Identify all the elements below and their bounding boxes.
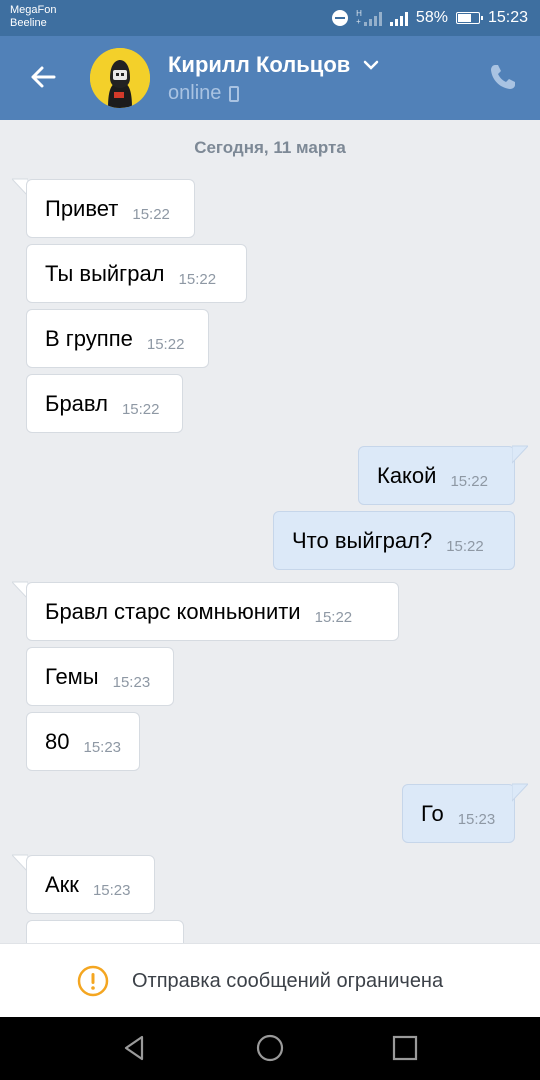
message-time: 15:23: [92, 882, 131, 899]
message-time: 15:22: [146, 336, 185, 353]
message-text: Что выйграл?: [292, 527, 433, 553]
message-time: 15:23: [112, 674, 151, 691]
message-bubble[interactable]: Бравл старс комньюнити 15:22: [26, 582, 399, 641]
presence-status: online: [168, 82, 240, 105]
message-bubble-outgoing[interactable]: Что выйграл? 15:22: [273, 511, 515, 570]
nav-back-icon[interactable]: [120, 1033, 150, 1063]
message-time: 15:22: [178, 271, 217, 288]
back-arrow-icon[interactable]: [28, 62, 58, 92]
message-text: Бравл: [45, 390, 108, 416]
message-text: Какой: [377, 462, 437, 488]
status-icons: H + 58% 15:23: [332, 7, 528, 29]
battery-percent: 58%: [415, 9, 448, 26]
bubble-tail: [512, 445, 528, 464]
message-text: 80: [45, 728, 70, 754]
restriction-notice: Отправка сообщений ограничена: [132, 970, 444, 992]
message-bubble[interactable]: Акк 15:23: [26, 855, 155, 914]
message-text: В группе: [45, 325, 133, 351]
message-bubble[interactable]: Привет 15:22: [26, 179, 195, 238]
carrier-1: MegaFon: [10, 4, 57, 16]
nav-recents-icon[interactable]: [390, 1033, 420, 1063]
message-bubble-outgoing[interactable]: Го 15:23: [402, 784, 515, 843]
message-text: Бравл старс комньюнити: [45, 598, 301, 624]
system-nav-bar: [0, 1017, 540, 1080]
call-icon[interactable]: [488, 62, 518, 92]
secondary-signal-icon: H +: [356, 10, 382, 26]
message-bubble[interactable]: Гемы 15:23: [26, 647, 174, 706]
message-time: 15:22: [314, 609, 353, 626]
battery-icon: [455, 12, 483, 24]
composer-restricted-bar: Отправка сообщений ограничена: [0, 943, 540, 1017]
bubble-tail: [512, 783, 528, 802]
message-bubble[interactable]: Бравл 15:22: [26, 374, 183, 433]
message-time: 15:22: [450, 473, 488, 490]
message-text: Привет: [45, 195, 119, 221]
date-divider: Сегодня, 11 марта: [194, 138, 346, 157]
message-bubble[interactable]: Ты выйграл 15:22: [26, 244, 247, 303]
do-not-disturb-icon: [332, 10, 349, 26]
status-bar: MegaFon Beeline H + 58% 15:23: [0, 0, 540, 36]
message-bubble[interactable]: 80 15:23: [26, 712, 140, 771]
nav-home-icon[interactable]: [255, 1033, 285, 1063]
avatar-figure-icon: [90, 48, 150, 108]
message-time: 15:22: [446, 538, 484, 555]
message-text: Акк: [45, 871, 79, 897]
message-text: Го: [421, 800, 444, 826]
message-time: 15:22: [132, 206, 170, 223]
carrier-info: MegaFon Beeline: [10, 4, 56, 30]
avatar[interactable]: [90, 48, 150, 108]
signal-icon: [389, 11, 408, 26]
chevron-down-icon[interactable]: [362, 58, 380, 72]
message-text: Гемы: [45, 663, 99, 689]
message-time: 15:23: [457, 811, 496, 828]
mobile-icon: [229, 85, 240, 102]
clock: 15:23: [487, 9, 528, 26]
message-text: Ты выйграл: [45, 260, 165, 286]
message-bubble[interactable]: В группе 15:22: [26, 309, 209, 368]
presence-label: online: [168, 82, 222, 104]
message-time: 15:23: [83, 739, 122, 756]
contact-name[interactable]: Кирилл Кольцов: [168, 52, 350, 78]
warning-icon: [77, 965, 109, 997]
message-bubble-outgoing[interactable]: Какой 15:22: [358, 446, 515, 505]
carrier-2: Beeline: [10, 17, 47, 29]
message-time: 15:22: [121, 401, 160, 418]
chat-header: Кирилл Кольцов online: [0, 36, 540, 120]
